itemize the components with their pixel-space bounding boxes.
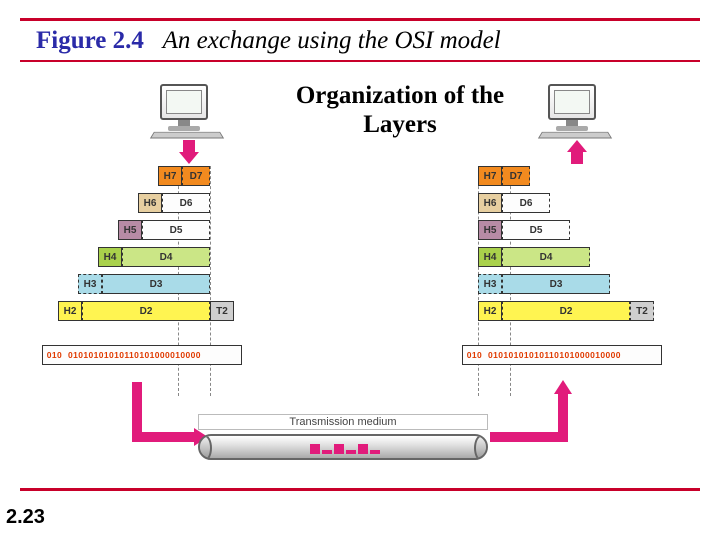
- arrow-path: [558, 392, 568, 442]
- h5-cell: H5: [478, 220, 502, 240]
- h4-cell: H4: [478, 247, 502, 267]
- rule-under-title: [20, 60, 700, 62]
- d5-cell: D5: [142, 220, 210, 240]
- d3-cell: D3: [502, 274, 610, 294]
- arrow-down-icon: [180, 140, 198, 164]
- layer4-row: H4 D4: [430, 247, 710, 269]
- figure-caption: An exchange using the OSI model: [163, 27, 501, 54]
- d5-cell: D5: [502, 220, 570, 240]
- h2-cell: H2: [478, 301, 502, 321]
- d4-cell: D4: [122, 247, 210, 267]
- h6-cell: H6: [138, 193, 162, 213]
- rule-top: [20, 18, 700, 21]
- arrow-up-icon: [568, 140, 586, 164]
- bits-d-cell: 01010101010110101000010000: [486, 345, 662, 365]
- d6-cell: D6: [502, 193, 550, 213]
- arrow-path: [490, 432, 568, 442]
- h2-cell: H2: [58, 301, 82, 321]
- bits-h-cell: 010: [42, 345, 66, 365]
- bits-h-cell: 010: [462, 345, 486, 365]
- layer7-row: H7 D7: [430, 166, 710, 188]
- layer5-row: H5 D5: [430, 220, 710, 242]
- h6-cell: H6: [478, 193, 502, 213]
- layer2-row: H2 D2 T2: [50, 301, 330, 323]
- layer3-row: H3 D3: [50, 274, 330, 296]
- t2-cell: T2: [630, 301, 654, 321]
- d4-cell: D4: [502, 247, 590, 267]
- pipe-icon: [198, 434, 488, 460]
- decapsulation-stack-right: H7 D7 H6 D6 H5 D5 H4 D4 H3 D3 H2 D2 T2 0…: [430, 166, 710, 378]
- layer6-row: H6 D6: [50, 193, 330, 215]
- h4-cell: H4: [98, 247, 122, 267]
- layer6-row: H6 D6: [430, 193, 710, 215]
- h7-cell: H7: [478, 166, 502, 186]
- layer4-row: H4 D4: [50, 247, 330, 269]
- osi-exchange-diagram: H7 D7 H6 D6 H5 D5 H4 D4 H3 D3 H2 D2 T2 0…: [60, 80, 660, 480]
- d7-cell: D7: [182, 166, 210, 186]
- d3-cell: D3: [102, 274, 210, 294]
- t2-cell: T2: [210, 301, 234, 321]
- rule-bottom: [20, 488, 700, 491]
- d2-cell: D2: [502, 301, 630, 321]
- bits-d-cell: 01010101010110101000010000: [66, 345, 242, 365]
- layer5-row: H5 D5: [50, 220, 330, 242]
- layer1-row: 010 01010101010110101000010000: [50, 345, 330, 373]
- layer7-row: H7 D7: [50, 166, 330, 188]
- h3-cell: H3: [478, 274, 502, 294]
- h3-cell: H3: [78, 274, 102, 294]
- d6-cell: D6: [162, 193, 210, 213]
- figure-title: Figure 2.4 An exchange using the OSI mod…: [36, 27, 501, 55]
- h5-cell: H5: [118, 220, 142, 240]
- computer-receiver-icon: [540, 84, 610, 139]
- transmission-medium-label: Transmission medium: [198, 414, 488, 430]
- layer2-row: H2 D2 T2: [430, 301, 710, 323]
- arrow-path: [132, 432, 196, 442]
- computer-sender-icon: [152, 84, 222, 139]
- figure-number: Figure 2.4: [36, 27, 144, 54]
- d7-cell: D7: [502, 166, 530, 186]
- page-number: 2.23: [6, 506, 45, 529]
- layer1-row: 010 01010101010110101000010000: [430, 345, 710, 373]
- arrow-up-icon: [554, 380, 572, 394]
- h7-cell: H7: [158, 166, 182, 186]
- encapsulation-stack-left: H7 D7 H6 D6 H5 D5 H4 D4 H3 D3 H2 D2 T2 0…: [50, 166, 330, 378]
- layer3-row: H3 D3: [430, 274, 710, 296]
- d2-cell: D2: [82, 301, 210, 321]
